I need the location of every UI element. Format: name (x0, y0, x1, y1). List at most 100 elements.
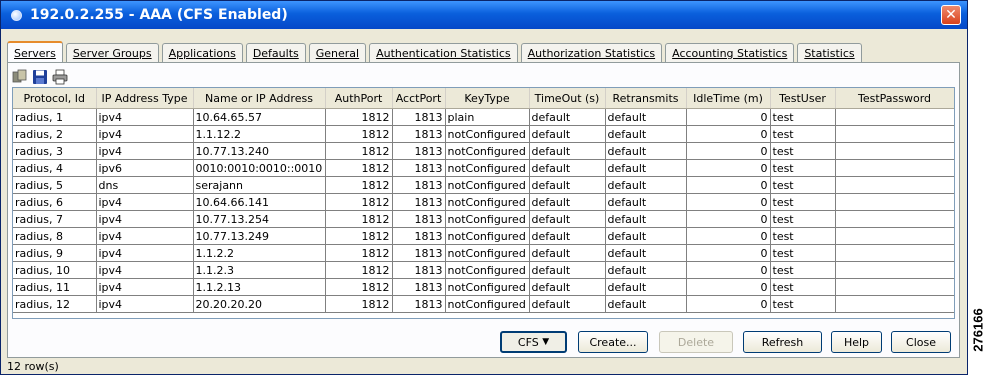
table-cell[interactable] (835, 193, 954, 211)
save-icon[interactable] (32, 69, 48, 85)
title-bar[interactable]: 192.0.2.255 - AAA (CFS Enabled) ✕ (1, 1, 967, 29)
tab-server-groups[interactable]: Server Groups (65, 43, 159, 63)
table-cell[interactable]: test (770, 159, 836, 177)
tab-accounting-statistics[interactable]: Accounting Statistics (665, 43, 795, 63)
table-cell[interactable]: radius, 11 (13, 278, 97, 296)
table-cell[interactable]: test (770, 278, 836, 296)
print-icon[interactable] (52, 69, 68, 85)
table-cell[interactable]: radius, 10 (13, 261, 97, 279)
table-cell[interactable]: 10.77.13.240 (193, 142, 326, 160)
table-cell[interactable]: 1812 (325, 108, 393, 126)
table-cell[interactable]: 1813 (392, 278, 446, 296)
table-cell[interactable]: plain (445, 108, 530, 126)
table-row[interactable]: radius, 10 ipv4 1.1.2.3 1812 1813 notConfigur… (13, 261, 954, 279)
table-cell[interactable]: notConfigured (445, 227, 530, 245)
table-cell[interactable]: 1813 (392, 176, 446, 194)
tab-statistics[interactable]: Statistics (797, 43, 862, 63)
table-cell[interactable]: notConfigured (445, 176, 530, 194)
table-cell[interactable]: default (605, 295, 687, 313)
table-cell[interactable]: 0 (686, 176, 771, 194)
table-cell[interactable]: 0 (686, 244, 771, 262)
table-cell[interactable]: 0 (686, 159, 771, 177)
table-cell[interactable]: default (529, 295, 606, 313)
table-cell[interactable]: 0 (686, 295, 771, 313)
table-cell[interactable]: ipv4 (96, 278, 194, 296)
column-header[interactable]: TimeOut (s) (529, 88, 606, 109)
table-cell[interactable]: ipv4 (96, 261, 194, 279)
table-cell[interactable]: default (529, 108, 606, 126)
table-cell[interactable]: 1813 (392, 295, 446, 313)
column-header[interactable]: KeyType (445, 88, 530, 109)
table-cell[interactable] (835, 227, 954, 245)
tab-servers[interactable]: Servers (7, 41, 63, 63)
table-cell[interactable] (835, 278, 954, 296)
table-cell[interactable]: default (605, 193, 687, 211)
table-cell[interactable]: notConfigured (445, 159, 530, 177)
table-cell[interactable] (835, 244, 954, 262)
table-cell[interactable]: test (770, 261, 836, 279)
table-cell[interactable]: default (605, 227, 687, 245)
column-header[interactable]: AcctPort (392, 88, 446, 109)
table-cell[interactable]: notConfigured (445, 244, 530, 262)
column-header[interactable]: Retransmits (605, 88, 687, 109)
table-cell[interactable]: 0 (686, 142, 771, 160)
table-cell[interactable]: default (605, 159, 687, 177)
table-cell[interactable]: ipv4 (96, 227, 194, 245)
table-cell[interactable]: notConfigured (445, 193, 530, 211)
table-cell[interactable]: ipv4 (96, 142, 194, 160)
table-cell[interactable]: 10.77.13.254 (193, 210, 326, 228)
tab-authorization-statistics[interactable]: Authorization Statistics (520, 43, 663, 63)
table-row[interactable]: radius, 3 ipv4 10.77.13.240 1812 1813 notConf… (13, 142, 954, 160)
tab-general[interactable]: General (308, 43, 367, 63)
table-cell[interactable]: default (529, 125, 606, 143)
table-cell[interactable]: test (770, 108, 836, 126)
table-cell[interactable]: default (529, 261, 606, 279)
table-cell[interactable]: default (529, 244, 606, 262)
table-row[interactable]: radius, 9 ipv4 1.1.2.2 1812 1813 notConfigure… (13, 244, 954, 262)
table-cell[interactable] (835, 261, 954, 279)
table-cell[interactable]: 1813 (392, 227, 446, 245)
column-header[interactable]: TestUser (770, 88, 836, 109)
table-cell[interactable] (835, 108, 954, 126)
table-row[interactable]: radius, 5 dns serajann 1812 1813 notConfigure… (13, 176, 954, 194)
table-cell[interactable]: 1.1.2.3 (193, 261, 326, 279)
table-cell[interactable]: ipv4 (96, 193, 194, 211)
column-header[interactable]: IdleTime (m) (686, 88, 771, 109)
table-row[interactable]: radius, 12 ipv4 20.20.20.20 1812 1813 notConf… (13, 295, 954, 313)
table-cell[interactable]: default (529, 210, 606, 228)
table-cell[interactable]: 1812 (325, 210, 393, 228)
table-cell[interactable]: radius, 1 (13, 108, 97, 126)
table-cell[interactable]: notConfigured (445, 125, 530, 143)
table-cell[interactable]: 0 (686, 125, 771, 143)
table-row[interactable]: radius, 6 ipv4 10.64.66.141 1812 1813 notConf… (13, 193, 954, 211)
table-cell[interactable]: test (770, 193, 836, 211)
table-cell[interactable]: default (605, 125, 687, 143)
table-cell[interactable]: dns (96, 176, 194, 194)
table-cell[interactable]: radius, 8 (13, 227, 97, 245)
table-cell[interactable]: 1813 (392, 261, 446, 279)
table-cell[interactable]: default (529, 278, 606, 296)
table-cell[interactable]: radius, 4 (13, 159, 97, 177)
tab-defaults[interactable]: Defaults (245, 43, 306, 63)
table-cell[interactable]: test (770, 125, 836, 143)
table-cell[interactable]: notConfigured (445, 295, 530, 313)
table-cell[interactable] (835, 159, 954, 177)
table-cell[interactable]: radius, 5 (13, 176, 97, 194)
tab-applications[interactable]: Applications (161, 43, 243, 63)
table-cell[interactable]: 1812 (325, 125, 393, 143)
table-cell[interactable]: 1.1.2.2 (193, 244, 326, 262)
column-header[interactable]: AuthPort (325, 88, 393, 109)
table-cell[interactable]: 0 (686, 108, 771, 126)
table-cell[interactable]: 1813 (392, 159, 446, 177)
column-header[interactable]: IP Address Type (96, 88, 194, 109)
table-cell[interactable]: 0 (686, 210, 771, 228)
table-cell[interactable]: 1812 (325, 142, 393, 160)
table-cell[interactable]: default (605, 210, 687, 228)
table-cell[interactable]: test (770, 210, 836, 228)
table-cell[interactable]: default (605, 244, 687, 262)
table-row[interactable]: radius, 7 ipv4 10.77.13.254 1812 1813 notConf… (13, 210, 954, 228)
cfs-button[interactable]: CFS ▼ (500, 331, 567, 353)
table-cell[interactable]: test (770, 295, 836, 313)
table-cell[interactable]: 1812 (325, 227, 393, 245)
table-cell[interactable]: default (605, 142, 687, 160)
